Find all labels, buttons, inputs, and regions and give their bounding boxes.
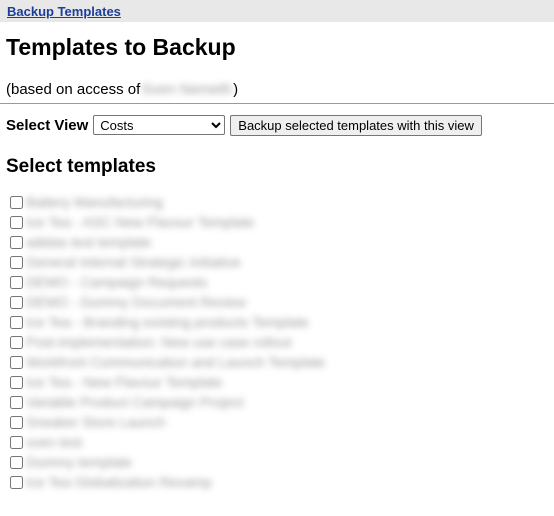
template-name: adidas test template: [26, 234, 152, 250]
template-list-item: Dummy template: [8, 452, 554, 472]
template-name: DEMO - Campaign Requests: [26, 274, 208, 290]
access-user-name: Sven Nemeth: [141, 80, 233, 98]
template-list-item: sven test: [8, 432, 554, 452]
template-name: Variable Product Campaign Project: [26, 394, 244, 410]
template-checkbox[interactable]: [10, 395, 23, 409]
template-name: sven test: [26, 434, 83, 450]
backup-selected-button[interactable]: Backup selected templates with this view: [230, 114, 482, 136]
template-list-item: Battery Manufacturing: [8, 192, 554, 212]
template-checkbox[interactable]: [10, 375, 23, 389]
breadcrumb-backup-templates-link[interactable]: Backup Templates: [7, 4, 121, 19]
template-checkbox[interactable]: [10, 255, 23, 269]
template-checkbox[interactable]: [10, 235, 23, 249]
template-name: General Internal Strategic Initiative: [26, 254, 241, 270]
template-checkbox[interactable]: [10, 475, 23, 489]
template-list-item: DEMO - Dummy Document Review: [8, 292, 554, 312]
template-checkbox[interactable]: [10, 435, 23, 449]
template-list-item: adidas test template: [8, 232, 554, 252]
template-list-item: Workfront Communication and Launch Templ…: [8, 352, 554, 372]
template-checkbox[interactable]: [10, 335, 23, 349]
template-checkbox[interactable]: [10, 415, 23, 429]
top-bar: Backup Templates: [0, 0, 554, 22]
divider: [0, 103, 554, 104]
access-info: (based on access of Sven Nemeth ): [6, 79, 554, 99]
template-name: Workfront Communication and Launch Templ…: [26, 354, 326, 370]
template-name: Battery Manufacturing: [26, 194, 163, 210]
template-name: Dummy template: [26, 454, 132, 470]
page-title: Templates to Backup: [6, 34, 236, 60]
template-list-item: Post-implementation: New use case rollou…: [8, 332, 554, 352]
access-suffix: ): [233, 80, 239, 98]
template-name: Ice Tea - ASC New Flavour Template: [26, 214, 255, 230]
template-checkbox[interactable]: [10, 195, 23, 209]
template-checkbox[interactable]: [10, 275, 23, 289]
template-list-item: Ice Tea - Branding existing products Tem…: [8, 312, 554, 332]
template-list-item: Ice Tea - New Flavour Template: [8, 372, 554, 392]
template-name: Post-implementation: New use case rollou…: [26, 334, 292, 350]
template-list-item: Variable Product Campaign Project: [8, 392, 554, 412]
template-name: Ice Tea Globalization Revamp: [26, 474, 212, 490]
template-list-item: Sneaker Store Launch: [8, 412, 554, 432]
template-name: Ice Tea - New Flavour Template: [26, 374, 223, 390]
template-checkbox[interactable]: [10, 295, 23, 309]
template-name: Ice Tea - Branding existing products Tem…: [26, 314, 309, 330]
select-templates-heading: Select templates: [6, 156, 156, 177]
view-select[interactable]: Costs: [93, 115, 226, 135]
access-prefix: (based on access of: [6, 80, 141, 98]
template-checkbox[interactable]: [10, 455, 23, 469]
template-list-item: General Internal Strategic Initiative: [8, 252, 554, 272]
template-list-item: Ice Tea Globalization Revamp: [8, 472, 554, 492]
template-checkbox[interactable]: [10, 215, 23, 229]
select-view-label: Select View: [6, 116, 89, 134]
template-list-item: DEMO - Campaign Requests: [8, 272, 554, 292]
template-name: Sneaker Store Launch: [26, 414, 166, 430]
template-list-item: Ice Tea - ASC New Flavour Template: [8, 212, 554, 232]
template-checkbox[interactable]: [10, 315, 23, 329]
template-name: DEMO - Dummy Document Review: [26, 294, 247, 310]
template-list: Battery Manufacturing Ice Tea - ASC New F…: [8, 192, 554, 492]
template-checkbox[interactable]: [10, 355, 23, 369]
view-row: Select View Costs Backup selected templa…: [6, 114, 554, 136]
